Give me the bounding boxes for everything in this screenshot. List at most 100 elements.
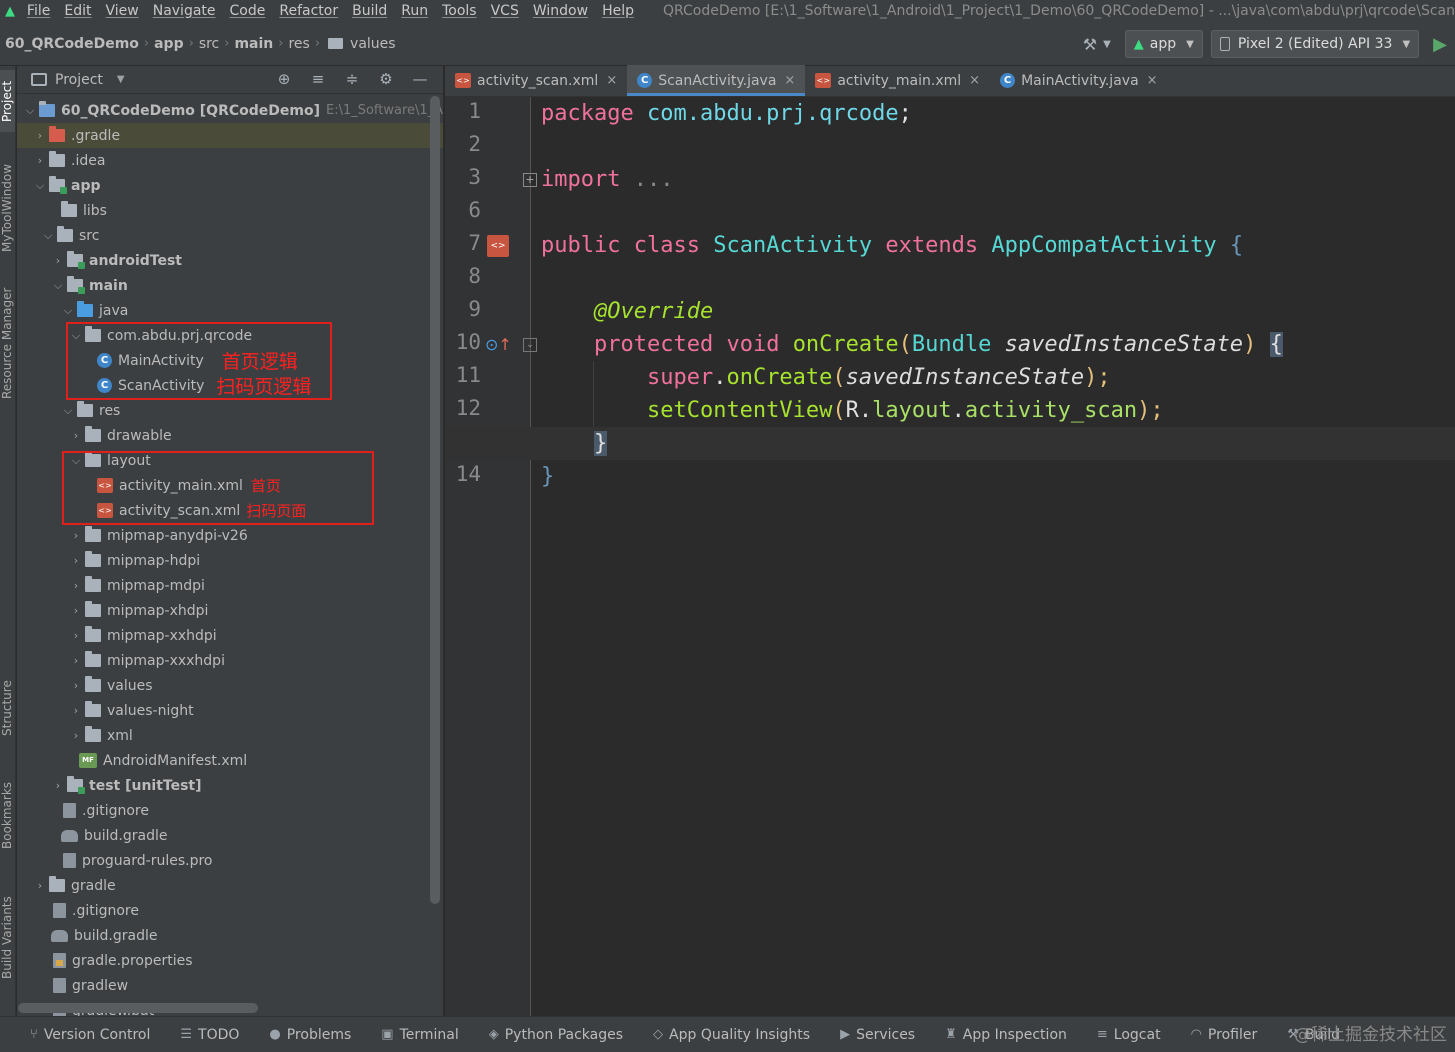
chevron-right-icon[interactable]: › — [67, 529, 85, 542]
close-icon[interactable]: × — [1147, 73, 1158, 88]
menu-vcs[interactable]: VCS — [484, 3, 526, 19]
tool-tab-resource-manager[interactable]: Resource Manager — [0, 281, 15, 405]
tool-tab-mytoolwindow[interactable]: MyToolWindow — [0, 158, 15, 258]
locate-icon[interactable]: ⊕ — [267, 70, 301, 88]
collapse-all-icon[interactable]: ≑ — [335, 70, 369, 88]
tree-row[interactable]: ⌵ src — [17, 223, 443, 248]
chevron-right-icon[interactable]: › — [49, 779, 67, 792]
tree-row[interactable]: › .gradle — [17, 123, 443, 148]
tree-row[interactable]: ⌵ main — [17, 273, 443, 298]
breadcrumb-app[interactable]: app — [151, 36, 187, 52]
close-icon[interactable]: × — [784, 73, 795, 88]
tool-tab-build-variants[interactable]: Build Variants — [0, 892, 15, 984]
tree-row[interactable]: › mipmap-anydpi-v26 — [17, 523, 443, 548]
chevron-right-icon[interactable]: › — [31, 129, 49, 142]
tool-logcat[interactable]: ≡ Logcat — [1097, 1027, 1173, 1043]
override-method-icon[interactable]: ⊙↑ — [485, 335, 512, 354]
breadcrumb-src[interactable]: src — [196, 36, 222, 52]
chevron-down-icon[interactable]: ⌵ — [59, 404, 77, 418]
tree-row[interactable]: libs — [17, 198, 443, 223]
chevron-right-icon[interactable]: › — [67, 579, 85, 592]
close-icon[interactable]: × — [606, 73, 617, 88]
tree-row[interactable]: › mipmap-xxxhdpi — [17, 648, 443, 673]
tree-row[interactable]: gradlew — [17, 973, 443, 998]
tool-app-quality-insights[interactable]: ◇ App Quality Insights — [653, 1027, 822, 1043]
chevron-right-icon[interactable]: › — [67, 704, 85, 717]
tab-scan-activity-java[interactable]: C ScanActivity.java × — [627, 65, 806, 96]
tool-terminal[interactable]: ▣ Terminal — [381, 1027, 470, 1043]
tool-services[interactable]: ▶ Services — [840, 1027, 927, 1043]
tree-row[interactable]: › xml — [17, 723, 443, 748]
tool-profiler[interactable]: ◠ Profiler — [1191, 1027, 1270, 1043]
menu-window[interactable]: Window — [526, 3, 595, 19]
tree-row[interactable]: › test [unitTest] — [17, 773, 443, 798]
project-vertical-scrollbar[interactable] — [430, 96, 440, 904]
tree-row[interactable]: gradle.properties — [17, 948, 443, 973]
menu-build[interactable]: Build — [345, 3, 394, 19]
tab-main-activity-java[interactable]: C MainActivity.java × — [990, 65, 1167, 96]
breadcrumb-values[interactable]: values — [347, 36, 399, 52]
tree-row[interactable]: MF AndroidManifest.xml — [17, 748, 443, 773]
menu-tools[interactable]: Tools — [435, 3, 484, 19]
minimize-icon[interactable]: — — [403, 70, 437, 88]
tree-row[interactable]: › mipmap-xxhdpi — [17, 623, 443, 648]
breadcrumb-main[interactable]: main — [231, 36, 276, 52]
tree-row[interactable]: › .idea — [17, 148, 443, 173]
tree-row[interactable]: proguard-rules.pro — [17, 848, 443, 873]
tree-row[interactable]: build.gradle — [17, 823, 443, 848]
tree-row[interactable]: › values-night — [17, 698, 443, 723]
expand-all-icon[interactable]: ≡ — [301, 70, 335, 88]
folded-imports[interactable]: ... — [634, 167, 674, 192]
hammer-icon[interactable]: ⚒ — [1083, 35, 1097, 54]
gear-icon[interactable]: ⚙ — [369, 70, 403, 88]
project-horizontal-scrollbar[interactable] — [18, 1003, 258, 1013]
menu-refactor[interactable]: Refactor — [272, 3, 345, 19]
chevron-down-icon[interactable]: ⌵ — [39, 229, 57, 243]
project-panel-title[interactable]: Project — [55, 72, 103, 88]
chevron-right-icon[interactable]: › — [67, 679, 85, 692]
tool-todo[interactable]: ☰ TODO — [180, 1027, 251, 1043]
tool-tab-bookmarks[interactable]: Bookmarks — [0, 778, 15, 852]
breadcrumb-project[interactable]: 60_QRCodeDemo — [2, 36, 142, 52]
tool-problems[interactable]: ● Problems — [269, 1027, 363, 1043]
tree-row[interactable]: › mipmap-hdpi — [17, 548, 443, 573]
menu-edit[interactable]: Edit — [57, 3, 98, 19]
menu-help[interactable]: Help — [595, 3, 641, 19]
breadcrumb-res[interactable]: res — [285, 36, 312, 52]
tool-python-packages[interactable]: ◈ Python Packages — [489, 1027, 635, 1043]
tool-version-control[interactable]: ⑂ Version Control — [30, 1027, 162, 1043]
chevron-right-icon[interactable]: › — [67, 654, 85, 667]
menu-run[interactable]: Run — [394, 3, 435, 19]
chevron-right-icon[interactable]: › — [31, 879, 49, 892]
chevron-right-icon[interactable]: › — [67, 429, 85, 442]
chevron-right-icon[interactable]: › — [49, 254, 67, 267]
chevron-right-icon[interactable]: › — [67, 604, 85, 617]
chevron-right-icon[interactable]: › — [67, 729, 85, 742]
chevron-down-icon[interactable]: ⌵ — [59, 304, 77, 318]
menu-file[interactable]: File — [20, 3, 57, 19]
close-icon[interactable]: × — [969, 73, 980, 88]
tool-tab-structure[interactable]: Structure — [0, 676, 15, 740]
tool-tab-project[interactable]: Project — [0, 70, 15, 132]
chevron-right-icon[interactable]: › — [31, 154, 49, 167]
tree-row[interactable]: › mipmap-xhdpi — [17, 598, 443, 623]
menu-navigate[interactable]: Navigate — [146, 3, 223, 19]
code-editor[interactable]: package com.abdu.prj.qrcode; import ... … — [531, 97, 1455, 1016]
editor-gutter[interactable]: 1 2 3 6 7 8 9 10 11 12 13 14 + <> ⊙↑ ⌄ — [445, 97, 537, 1016]
tree-row[interactable]: ⌵ java — [17, 298, 443, 323]
tree-row[interactable]: ⌵ res — [17, 398, 443, 423]
chevron-right-icon[interactable]: › — [67, 629, 85, 642]
menu-code[interactable]: Code — [223, 3, 273, 19]
tree-row[interactable]: › drawable — [17, 423, 443, 448]
tree-row[interactable]: ⌵ app — [17, 173, 443, 198]
chevron-down-icon[interactable]: ⌵ — [21, 104, 39, 118]
chevron-down-icon[interactable]: ▼ — [117, 74, 125, 85]
run-icon[interactable]: ▶ — [1433, 34, 1447, 55]
device-select[interactable]: Pixel 2 (Edited) API 33 ▼ — [1210, 30, 1420, 58]
tree-row-root[interactable]: ⌵ 60_QRCodeDemo [QRCodeDemo] E:\1_Softwa… — [17, 98, 443, 123]
tree-row[interactable]: › androidTest — [17, 248, 443, 273]
tab-activity-scan-xml[interactable]: <> activity_scan.xml × — [445, 65, 627, 96]
tool-app-inspection[interactable]: ♜ App Inspection — [945, 1027, 1079, 1043]
tree-row[interactable]: › gradle — [17, 873, 443, 898]
tree-row[interactable]: › values — [17, 673, 443, 698]
